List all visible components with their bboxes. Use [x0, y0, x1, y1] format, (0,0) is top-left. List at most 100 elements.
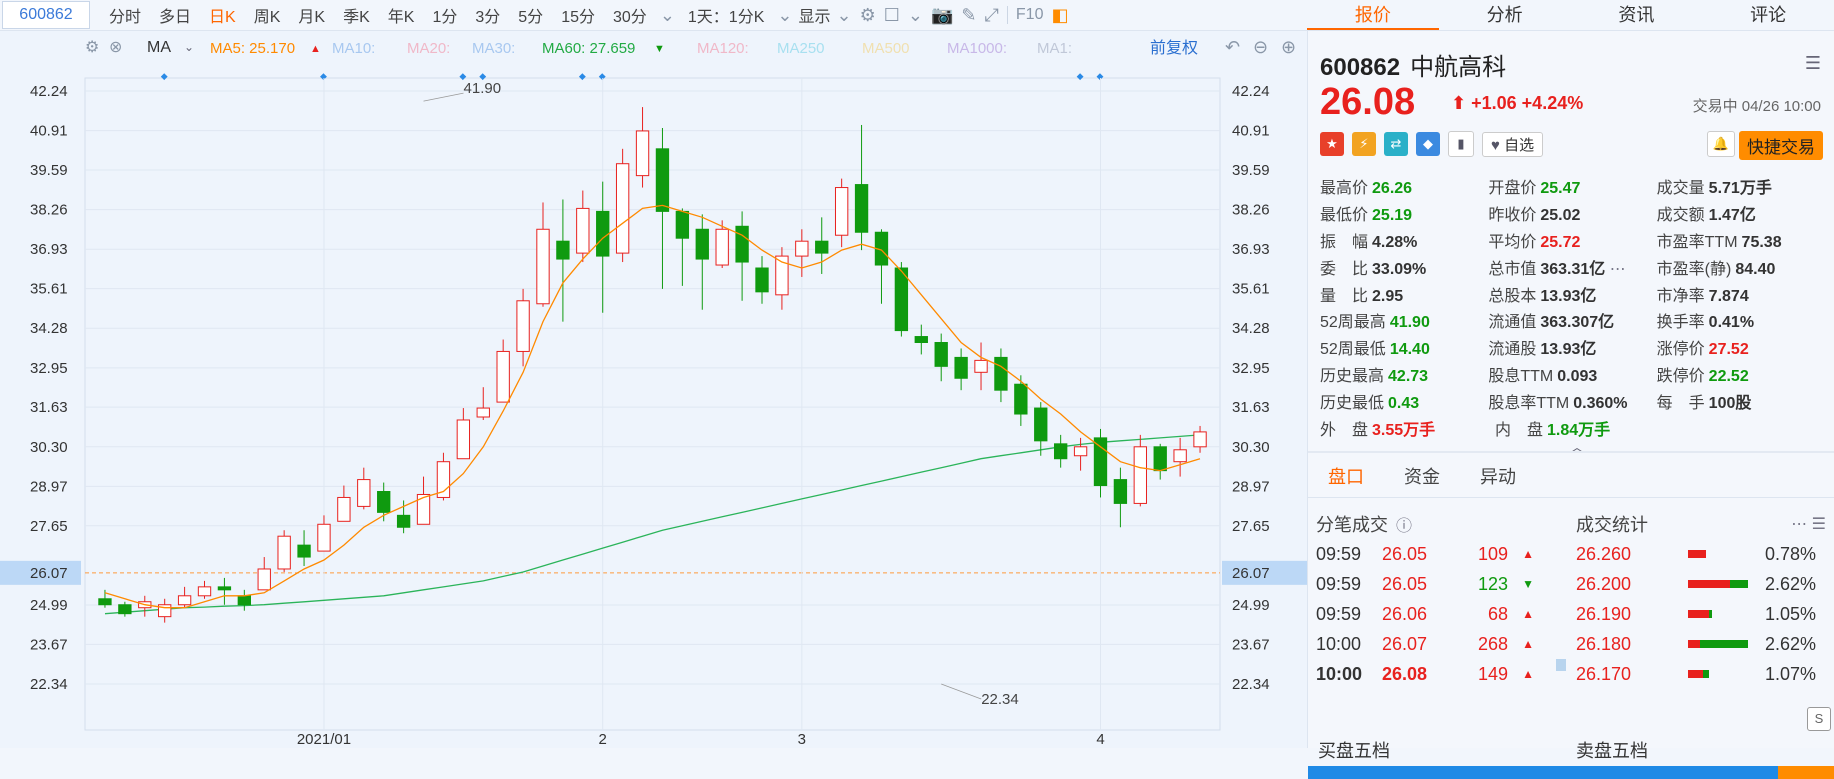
s-icon[interactable]: S [1807, 707, 1831, 731]
kline-chart[interactable]: ⚙ ⊗ MA ⌄ MA5: 25.170 ▲ MA10: MA20: MA30: MA60: 27… [0, 31, 1307, 748]
tab-9[interactable]: 5分 [509, 3, 552, 27]
y-tick-right: 34.28 [1232, 320, 1270, 337]
right-tab-1[interactable]: 分析 [1439, 0, 1571, 30]
right-tab-0[interactable]: 报价 [1307, 0, 1439, 30]
y-tick-right: 38.26 [1232, 202, 1270, 219]
right-tab-2[interactable]: 资讯 [1571, 0, 1703, 30]
tab-0[interactable]: 分时 [100, 3, 150, 27]
tab-4[interactable]: 月K [289, 3, 334, 27]
panel-toggle-icon[interactable]: ◧ [1051, 5, 1068, 26]
bell-icon[interactable]: 🔔 [1707, 131, 1735, 157]
watchlist-label: 自选 [1504, 136, 1535, 154]
candle-body [1193, 431, 1207, 448]
minus-icon[interactable]: ⊖ [1253, 37, 1268, 57]
more-icon[interactable]: ⋯ [1605, 261, 1626, 278]
fq-button[interactable]: 前复权 [1150, 39, 1198, 57]
add-watchlist-button[interactable]: ♥ 自选 [1482, 131, 1544, 157]
flag-icon[interactable]: ★ [1320, 132, 1344, 156]
stat-cell: 市盈率TTM 75.38 [1657, 228, 1825, 252]
candle-body [1153, 446, 1167, 472]
candle-body [894, 267, 909, 332]
ma-item-1: MA10: [332, 40, 375, 57]
more-icon[interactable]: ⋯ ☰ [1791, 514, 1826, 534]
menu-icon[interactable]: ☰ [1805, 53, 1821, 74]
period-select[interactable]: 1天：1分K [679, 3, 773, 27]
f10-icon[interactable]: F10 [1016, 6, 1044, 24]
top-toolbar: 600862 分时 多日 日K 周K 月K 季K 年K 1分 3分 5分 15分 30分 ⌄ 1天：1… [0, 0, 1307, 31]
stat-label: 股息率TTM [1488, 394, 1570, 412]
quick-trade-button[interactable]: 快捷交易 [1739, 131, 1823, 160]
y-tick-left: 28.97 [30, 478, 68, 495]
stat-cell: 52周最高 41.90 [1320, 308, 1488, 332]
chevron-down-icon[interactable]: ⌄ [660, 5, 675, 26]
right-tab-3[interactable]: 评论 [1702, 0, 1834, 30]
sub-tab-2[interactable]: 异动 [1480, 463, 1516, 489]
chevron-down-icon[interactable]: ⌄ [908, 5, 923, 26]
stat-label: 总股本 [1488, 287, 1537, 305]
sell-five-label: 卖盘五档 [1576, 741, 1648, 761]
tab-5[interactable]: 季K [334, 3, 379, 27]
candle-body [795, 240, 809, 257]
stat-value: 84.40 [1735, 260, 1776, 278]
stat-label: 52周最高 [1320, 314, 1386, 332]
stock-code: 600862 [1320, 54, 1401, 81]
shuffle-icon[interactable]: ⇄ [1384, 132, 1408, 156]
tab-3[interactable]: 周K [245, 3, 290, 27]
gear-icon[interactable]: ⚙ [85, 39, 99, 56]
tab-11[interactable]: 30分 [604, 3, 656, 27]
chevron-down-icon[interactable]: ⌄ [837, 5, 852, 26]
tab-6[interactable]: 年K [379, 3, 424, 27]
stat-value: 25.72 [1540, 233, 1581, 251]
stat-cell: 量 比 2.95 [1320, 282, 1488, 306]
help-icon[interactable]: ⓘ [1396, 512, 1412, 536]
kline-svg[interactable]: ⚙ ⊗ MA ⌄ MA5: 25.170 ▲ MA10: MA20: MA30: MA60: 27… [0, 31, 1307, 748]
stat-percent: 0.78% [1764, 543, 1816, 564]
ma-item-8: MA1000: [947, 40, 1007, 57]
tab-8[interactable]: 3分 [466, 3, 509, 27]
gear-icon[interactable]: ⚙ [860, 5, 876, 26]
plus-icon[interactable]: ⊕ [1281, 37, 1296, 57]
sub-tab-1[interactable]: 资金 [1404, 463, 1440, 489]
stat-cell: 总股本 13.93亿 [1488, 282, 1656, 306]
y-tick-right: 40.91 [1232, 123, 1270, 140]
tab-1[interactable]: 多日 [150, 3, 200, 27]
tab-7[interactable]: 1分 [423, 3, 466, 27]
tab-10[interactable]: 15分 [552, 3, 604, 27]
tab-2[interactable]: 日K [200, 3, 245, 27]
y-tick-left: 22.34 [30, 676, 68, 693]
display-button[interactable]: 显示 [796, 3, 832, 27]
chevron-down-icon[interactable]: ⌄ [777, 5, 792, 26]
expand-icon[interactable]: ⤢ [984, 5, 998, 26]
stat-value: 5.71万手 [1708, 180, 1772, 198]
event-marker-icon: ◆ [161, 71, 168, 81]
sub-tab-0[interactable]: 盘口 [1328, 463, 1364, 489]
y-tick-left: 40.91 [30, 123, 68, 140]
tag-icon[interactable]: ◆ [1416, 132, 1440, 156]
sell-ratio-bar [1778, 766, 1834, 779]
stat-label: 历史最低 [1320, 394, 1385, 412]
tick-trades: 分笔成交 ⓘ 09:59 26.05 109 ▲ 09:59 26.05 123 ▼ 09:59 2… [1316, 509, 1536, 689]
camera-icon[interactable]: 📷 [931, 5, 953, 26]
bookmark-icon[interactable]: ▮ [1448, 131, 1474, 157]
square-icon[interactable]: ☐ [884, 5, 900, 26]
candle-body [496, 350, 510, 403]
period-tabs: 分时 多日 日K 周K 月K 季K 年K 1分 3分 5分 15分 30分 [100, 3, 656, 27]
collapse-icon[interactable]: ︿ [1570, 437, 1584, 457]
stat-value: 27.52 [1708, 341, 1749, 359]
stat-value: 26.26 [1372, 180, 1413, 198]
stat-row: 26.170 1.07% [1576, 659, 1826, 689]
ticks-title: 分笔成交 [1316, 515, 1388, 535]
action-icons: ★ ⚡ ⇄ ◆ ▮ ♥ 自选 [1320, 131, 1544, 157]
stat-bar [1688, 580, 1748, 588]
close-icon[interactable]: ⊗ [109, 39, 122, 56]
candle-body [735, 225, 749, 263]
stock-code-input[interactable]: 600862 [2, 1, 90, 29]
stat-label: 开盘价 [1488, 180, 1537, 198]
y-tick-right: 30.30 [1232, 439, 1270, 456]
stat-value: 0.41% [1708, 314, 1755, 332]
undo-icon[interactable]: ↶ [1225, 37, 1240, 57]
up-arrow-icon: ▲ [1522, 637, 1534, 651]
lightning-icon[interactable]: ⚡ [1352, 132, 1376, 156]
pencil-icon[interactable]: ✎ [961, 5, 976, 26]
candle-body [576, 207, 590, 254]
